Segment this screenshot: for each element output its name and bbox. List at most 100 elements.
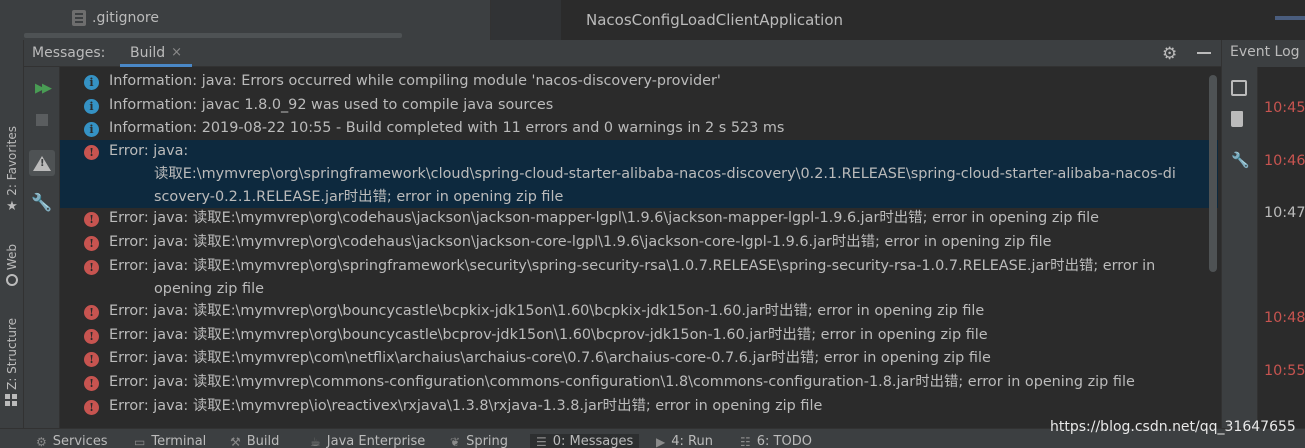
mark-read-button[interactable] bbox=[1231, 80, 1247, 100]
message-row[interactable]: ! Error: java: 读取E:\mymvrep\commons-conf… bbox=[60, 371, 1218, 394]
message-continuation: 读取E:\mymvrep\org\springframework\cloud\s… bbox=[154, 166, 1176, 182]
bottom-tab-label: Build bbox=[246, 434, 280, 448]
minimize-icon[interactable] bbox=[1197, 52, 1211, 54]
bottom-tab-services[interactable]: ⚙ Services bbox=[36, 434, 108, 448]
error-icon: ! bbox=[84, 329, 99, 344]
bottom-tab-java-enterprise[interactable]: ☕ Java Enterprise bbox=[310, 434, 425, 448]
error-icon: ! bbox=[84, 236, 99, 251]
bottom-tab-label: 6: TODO bbox=[756, 434, 812, 448]
info-icon: i bbox=[84, 99, 99, 114]
message-row[interactable]: ! Error: java: 读取E:\mymvrep\org\bouncyca… bbox=[60, 300, 1218, 323]
message-text: Error: java: 读取E:\mymvrep\org\bouncycast… bbox=[109, 303, 985, 319]
trash-icon bbox=[1231, 111, 1243, 127]
run-icon: ▶ bbox=[656, 434, 666, 448]
error-icon: ! bbox=[84, 260, 99, 275]
show-warnings-button[interactable] bbox=[29, 150, 55, 176]
wrench-icon: 🔧 bbox=[31, 193, 53, 213]
messages-icon: ☰ bbox=[536, 434, 547, 448]
event-log-title[interactable]: Event Log bbox=[1222, 40, 1305, 67]
bottom-tab-build[interactable]: ⚒ Build bbox=[230, 434, 279, 448]
bottom-tab-label: Spring bbox=[466, 434, 509, 448]
info-icon: i bbox=[84, 122, 99, 137]
message-row[interactable]: ! Error: java: 读取E:\mymvrep\io\reactivex… bbox=[60, 395, 1218, 418]
tool-tab-structure-label: Z: Structure bbox=[5, 318, 19, 390]
star-icon: ★ bbox=[6, 198, 18, 214]
error-icon: ! bbox=[84, 352, 99, 367]
error-icon: ! bbox=[84, 400, 99, 415]
event-time: 10:47 bbox=[1264, 205, 1305, 221]
bottom-tab-label: Terminal bbox=[151, 434, 207, 448]
bottom-tab-todo[interactable]: ☷ 6: TODO bbox=[740, 434, 812, 448]
event-settings-button[interactable]: 🔧 bbox=[1231, 151, 1250, 169]
message-text: Error: java: 读取E:\mymvrep\io\reactivex\r… bbox=[109, 398, 823, 414]
editor-tab-indicator bbox=[1275, 16, 1305, 20]
close-icon[interactable]: × bbox=[171, 45, 182, 64]
message-text: Error: java: 读取E:\mymvrep\commons-config… bbox=[109, 374, 1135, 390]
gear-icon[interactable]: ⚙ bbox=[1162, 44, 1177, 64]
message-text: Information: java: Errors occurred while… bbox=[109, 73, 721, 89]
services-icon: ⚙ bbox=[36, 434, 47, 448]
message-row[interactable]: ! Error: java: 读取E:\mymvrep\com\netflix\… bbox=[60, 347, 1218, 370]
bottom-tab-label: Services bbox=[52, 434, 108, 448]
todo-icon: ☷ bbox=[740, 434, 751, 448]
message-row[interactable]: i Information: 2019-08-22 10:55 - Build … bbox=[60, 117, 1218, 140]
clear-log-button[interactable] bbox=[1231, 111, 1243, 131]
project-file-label: .gitignore bbox=[92, 10, 159, 26]
message-row[interactable]: ! Error: java: 读取E:\mymvrep\org\codehaus… bbox=[60, 231, 1218, 254]
message-row-selected[interactable]: ! Error: java: 读取E:\mymvrep\org\springfr… bbox=[60, 140, 1218, 208]
error-icon: ! bbox=[84, 212, 99, 227]
message-text: Error: java: 读取E:\mymvrep\org\codehaus\j… bbox=[109, 234, 1052, 250]
project-file-item[interactable]: .gitignore bbox=[72, 10, 159, 26]
message-text: Error: java: bbox=[109, 143, 189, 159]
tool-tab-structure[interactable]: Z: Structure bbox=[0, 318, 24, 408]
gitignore-file-icon bbox=[72, 10, 86, 26]
structure-icon bbox=[5, 393, 17, 406]
tool-tab-web[interactable]: Web bbox=[0, 244, 24, 288]
message-row[interactable]: ! Error: java: 读取E:\mymvrep\org\codehaus… bbox=[60, 207, 1218, 230]
structure-icon-wrap bbox=[5, 393, 19, 408]
message-text: Error: java: 读取E:\mymvrep\org\bouncycast… bbox=[109, 327, 988, 343]
error-icon: ! bbox=[84, 305, 99, 320]
java-ee-icon: ☕ bbox=[310, 434, 321, 448]
bottom-tab-messages[interactable]: ☰ 0: Messages bbox=[530, 434, 640, 448]
tool-tab-favorites[interactable]: 2: Favorites ★ bbox=[0, 126, 24, 214]
globe-icon-wrap bbox=[5, 274, 19, 288]
info-icon: i bbox=[84, 75, 99, 90]
message-row[interactable]: i Information: java: Errors occurred whi… bbox=[60, 70, 1218, 93]
message-continuation: scovery-0.2.1.RELEASE.jar时出错; error in o… bbox=[154, 189, 564, 205]
watermark-text: https://blog.csdn.net/qq_31647655 bbox=[1050, 419, 1296, 435]
messages-list[interactable]: i Information: java: Errors occurred whi… bbox=[60, 67, 1221, 428]
message-row[interactable]: ! Error: java: 读取E:\mymvrep\org\springfr… bbox=[60, 255, 1218, 301]
bottom-tab-label: 4: Run bbox=[671, 434, 713, 448]
bottom-tab-label: Java Enterprise bbox=[326, 434, 426, 448]
message-text: Error: java: 读取E:\mymvrep\org\springfram… bbox=[109, 258, 1156, 274]
settings-button[interactable]: 🔧 bbox=[29, 190, 55, 216]
stop-button[interactable] bbox=[29, 107, 55, 133]
run-config-title: NacosConfigLoadClientApplication bbox=[586, 11, 843, 29]
checklist-icon bbox=[1231, 80, 1247, 96]
bottom-tab-spring[interactable]: ❦ Spring bbox=[450, 434, 508, 448]
messages-scrollbar[interactable] bbox=[1209, 75, 1217, 272]
error-icon: ! bbox=[84, 376, 99, 391]
bottom-tab-terminal[interactable]: ▭ Terminal bbox=[134, 434, 206, 448]
tool-tab-web-label: Web bbox=[5, 244, 19, 271]
globe-icon bbox=[6, 274, 18, 287]
event-log-panel: Event Log 🔧 10:45 10:46 10:47 10:48 10:5… bbox=[1221, 40, 1305, 428]
message-row[interactable]: ! Error: java: 读取E:\mymvrep\org\bouncyca… bbox=[60, 324, 1218, 347]
message-row[interactable]: i Information: javac 1.8.0_92 was used t… bbox=[60, 94, 1218, 117]
tab-build[interactable]: Build × bbox=[120, 40, 193, 67]
warning-icon bbox=[33, 155, 51, 171]
event-time: 10:48 bbox=[1264, 310, 1305, 326]
event-log-toolbar: 🔧 bbox=[1222, 67, 1258, 428]
rerun-button[interactable]: ▶▶ bbox=[29, 75, 55, 101]
bottom-tab-run[interactable]: ▶ 4: Run bbox=[656, 434, 713, 448]
message-text: Error: java: 读取E:\mymvrep\org\codehaus\j… bbox=[109, 210, 1100, 226]
hammer-icon: ⚒ bbox=[230, 434, 241, 448]
event-time: 10:45 bbox=[1264, 100, 1305, 116]
message-text: Information: javac 1.8.0_92 was used to … bbox=[109, 97, 554, 113]
message-text: Information: 2019-08-22 10:55 - Build co… bbox=[109, 120, 785, 136]
wrench-icon: 🔧 bbox=[1231, 151, 1250, 169]
project-scrollbar[interactable] bbox=[24, 33, 402, 38]
terminal-icon: ▭ bbox=[134, 434, 146, 448]
messages-toolbar: ▶▶ 🔧 bbox=[24, 67, 60, 428]
